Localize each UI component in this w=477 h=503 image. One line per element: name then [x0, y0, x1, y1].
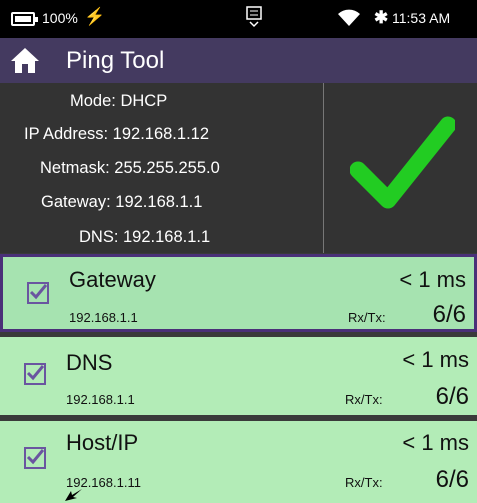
latency: < 1 ms: [399, 267, 466, 292]
ping-target-gateway[interactable]: Gateway < 1 ms 192.168.1.1 Rx/Tx: 6/6: [0, 254, 477, 332]
cursor-icon: [65, 489, 82, 501]
rx-tx-value: 6/6: [435, 383, 469, 410]
keyboard-icon: [246, 6, 262, 31]
target-name: Host/IP: [66, 430, 139, 455]
bluetooth-icon: ✱: [374, 8, 389, 27]
app-header: Ping Tool: [0, 38, 477, 83]
rx-tx-value: 6/6: [432, 301, 466, 328]
checkmark-icon: [350, 116, 455, 209]
battery-percent: 100%: [42, 10, 78, 26]
dns-label: DNS: 192.168.1.1: [79, 228, 211, 246]
status-bar: 100% ⚡ ✱ 11:53 AM: [0, 0, 477, 38]
checkbox[interactable]: [24, 447, 46, 469]
gateway-label: Gateway: 192.168.1.1: [41, 193, 203, 211]
mode-label: Mode: DHCP: [70, 92, 168, 110]
target-name: DNS: [66, 350, 113, 375]
network-info-list: Mode: DHCP IP Address: 192.168.1.12 Netm…: [0, 83, 324, 253]
netmask-label: Netmask: 255.255.255.0: [40, 159, 220, 177]
target-address: 192.168.1.1: [69, 310, 138, 325]
ip-address-label: IP Address: 192.168.1.12: [24, 125, 210, 143]
clock: 11:53 AM: [392, 10, 451, 26]
network-info-panel: Mode: DHCP IP Address: 192.168.1.12 Netm…: [0, 83, 477, 253]
rx-tx-value: 6/6: [435, 466, 469, 493]
rx-tx-label: Rx/Tx:: [348, 310, 386, 325]
target-address[interactable]: 192.168.1.11: [66, 475, 141, 490]
home-icon[interactable]: [10, 46, 40, 79]
checkbox[interactable]: [24, 363, 46, 385]
page-title: Ping Tool: [66, 47, 165, 74]
latency: < 1 ms: [402, 430, 469, 455]
checkbox[interactable]: [27, 282, 49, 304]
rx-tx-label: Rx/Tx:: [345, 392, 383, 407]
target-name: Gateway: [69, 267, 156, 292]
target-address: 192.168.1.1: [66, 392, 135, 407]
wifi-icon: [338, 9, 360, 30]
latency: < 1 ms: [402, 347, 469, 372]
charging-icon: ⚡: [84, 7, 106, 26]
rx-tx-label: Rx/Tx:: [345, 475, 383, 490]
ping-target-dns[interactable]: DNS < 1 ms 192.168.1.1 Rx/Tx: 6/6: [0, 337, 477, 415]
battery-icon: [11, 12, 38, 26]
